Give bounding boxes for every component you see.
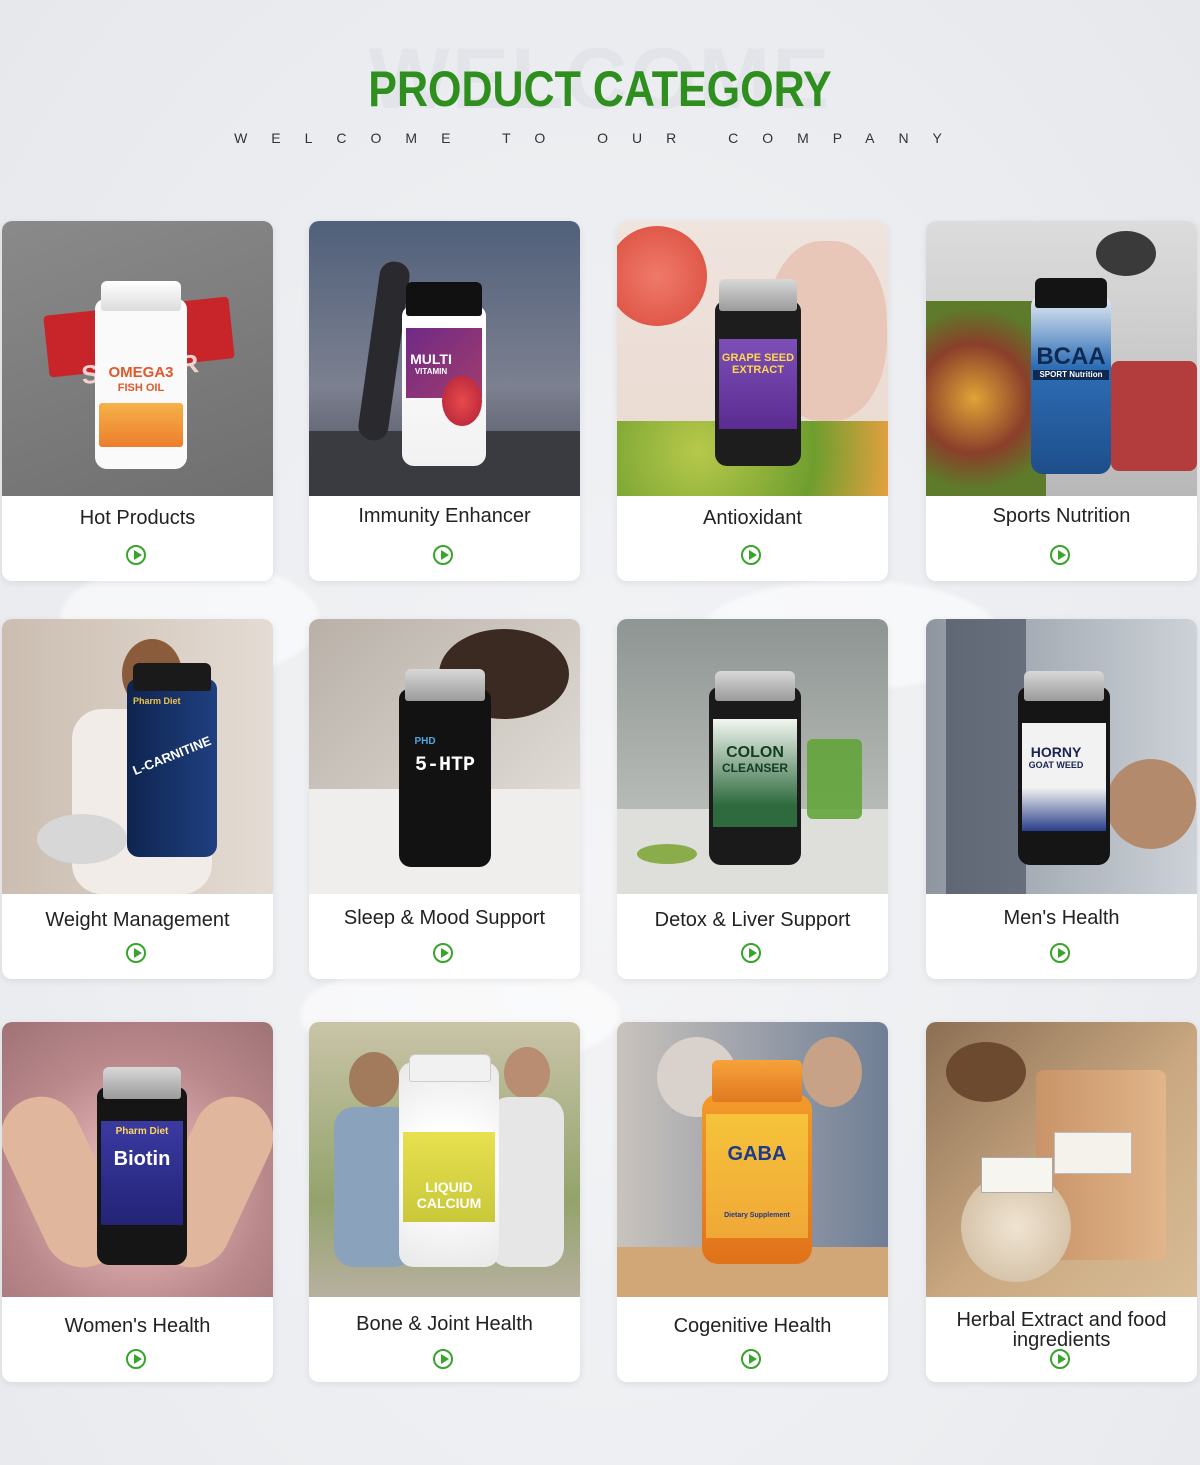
product-bottle: PHD 5-HTP	[399, 669, 491, 867]
category-label: Antioxidant	[703, 507, 802, 529]
category-image	[926, 1022, 1197, 1297]
arrow-circle-right-icon[interactable]	[741, 1349, 761, 1369]
arrow-circle-right-icon[interactable]	[1050, 943, 1070, 963]
arrow-circle-right-icon[interactable]	[126, 943, 146, 963]
category-card-detox-liver[interactable]: COLON CLEANSER Detox & Liver Support	[617, 619, 888, 979]
category-label: Sports Nutrition	[992, 505, 1131, 527]
product-bottle: MULTI VITAMIN	[402, 282, 486, 466]
arrow-circle-right-icon[interactable]	[433, 1349, 453, 1369]
category-label: Weight Management	[45, 909, 230, 931]
category-label: Men's Health	[1003, 907, 1120, 929]
arrow-circle-right-icon[interactable]	[433, 545, 453, 565]
category-image: Pharm Diet L-CARNITINE	[2, 619, 273, 894]
category-image: COLON CLEANSER	[617, 619, 888, 894]
category-image: BCAA SPORT Nutrition	[926, 221, 1197, 496]
arrow-circle-right-icon[interactable]	[1050, 1349, 1070, 1369]
category-card-weight-management[interactable]: Pharm Diet L-CARNITINE Weight Management	[2, 619, 273, 979]
category-card-immunity-enhancer[interactable]: MULTI VITAMIN Immunity Enhancer	[309, 221, 580, 581]
product-bottle: GABA Dietary Supplement	[702, 1060, 812, 1264]
category-card-antioxidant[interactable]: GRAPE SEED EXTRACT Antioxidant	[617, 221, 888, 581]
category-label: Detox & Liver Support	[654, 909, 851, 931]
category-image: GABA Dietary Supplement	[617, 1022, 888, 1297]
category-image: PHD 5-HTP	[309, 619, 580, 894]
category-image: MULTI VITAMIN	[309, 221, 580, 496]
arrow-circle-right-icon[interactable]	[126, 545, 146, 565]
arrow-circle-right-icon[interactable]	[1050, 545, 1070, 565]
page-subtitle: WELCOME TO OUR COMPANY	[234, 130, 966, 146]
category-image: HORNY GOAT WEED	[926, 619, 1197, 894]
category-card-sleep-mood[interactable]: PHD 5-HTP Sleep & Mood Support	[309, 619, 580, 979]
page-title: PRODUCT CATEGORY	[368, 61, 832, 117]
category-card-mens-health[interactable]: HORNY GOAT WEED Men's Health	[926, 619, 1197, 979]
category-label: Sleep & Mood Support	[343, 907, 546, 929]
category-label: Bone & Joint Health	[356, 1313, 533, 1335]
arrow-circle-right-icon[interactable]	[126, 1349, 146, 1369]
product-bottle: COLON CLEANSER	[709, 671, 801, 865]
category-label: Herbal Extract and food ingredients	[956, 1309, 1167, 1351]
category-image: Pharm Diet Biotin	[2, 1022, 273, 1297]
category-card-womens-health[interactable]: Pharm Diet Biotin Women's Health	[2, 1022, 273, 1382]
category-card-cognitive-health[interactable]: GABA Dietary Supplement Cogenitive Healt…	[617, 1022, 888, 1382]
category-image: BEST SELLER OMEGA3 FISH OIL	[2, 221, 273, 496]
product-bottle: Pharm Diet Biotin	[97, 1067, 187, 1265]
category-label: Cogenitive Health	[673, 1315, 832, 1337]
arrow-circle-right-icon[interactable]	[741, 943, 761, 963]
category-label: Hot Products	[79, 507, 196, 529]
category-image: GRAPE SEED EXTRACT	[617, 221, 888, 496]
category-image: LIQUID CALCIUM	[309, 1022, 580, 1297]
arrow-circle-right-icon[interactable]	[741, 545, 761, 565]
product-bottle: LIQUID CALCIUM	[399, 1054, 499, 1267]
product-bottle: GRAPE SEED EXTRACT	[715, 279, 801, 466]
category-card-hot-products[interactable]: BEST SELLER OMEGA3 FISH OIL Hot Products	[2, 221, 273, 581]
product-bottle: BCAA SPORT Nutrition	[1031, 278, 1111, 474]
arrow-circle-right-icon[interactable]	[433, 943, 453, 963]
product-bottle: OMEGA3 FISH OIL	[95, 281, 187, 469]
category-card-herbal-extract[interactable]: Herbal Extract and food ingredients	[926, 1022, 1197, 1382]
page-header: WELCOME PRODUCT CATEGORY WELCOME TO OUR …	[0, 0, 1200, 200]
category-label: Women's Health	[64, 1315, 211, 1337]
product-bottle: HORNY GOAT WEED	[1018, 671, 1110, 865]
category-card-bone-joint[interactable]: LIQUID CALCIUM Bone & Joint Health	[309, 1022, 580, 1382]
category-card-sports-nutrition[interactable]: BCAA SPORT Nutrition Sports Nutrition	[926, 221, 1197, 581]
product-bottle: Pharm Diet L-CARNITINE	[127, 663, 217, 857]
category-label: Immunity Enhancer	[358, 505, 531, 527]
